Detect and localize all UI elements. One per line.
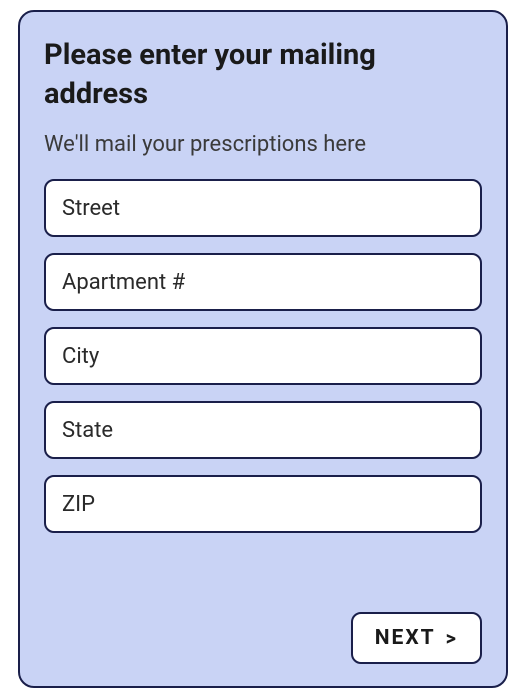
city-input[interactable] — [44, 327, 482, 385]
form-title: Please enter your mailing address — [44, 36, 482, 114]
zip-input[interactable] — [44, 475, 482, 533]
next-button[interactable]: NEXT > — [351, 612, 482, 664]
state-input[interactable] — [44, 401, 482, 459]
mailing-address-form: Please enter your mailing address We'll … — [18, 10, 508, 688]
next-button-label: NEXT — [375, 626, 436, 650]
form-subtitle: We'll mail your prescriptions here — [44, 132, 482, 157]
form-fields — [44, 179, 482, 533]
apartment-input[interactable] — [44, 253, 482, 311]
chevron-right-icon: > — [446, 626, 458, 650]
form-footer: NEXT > — [44, 602, 482, 664]
street-input[interactable] — [44, 179, 482, 237]
